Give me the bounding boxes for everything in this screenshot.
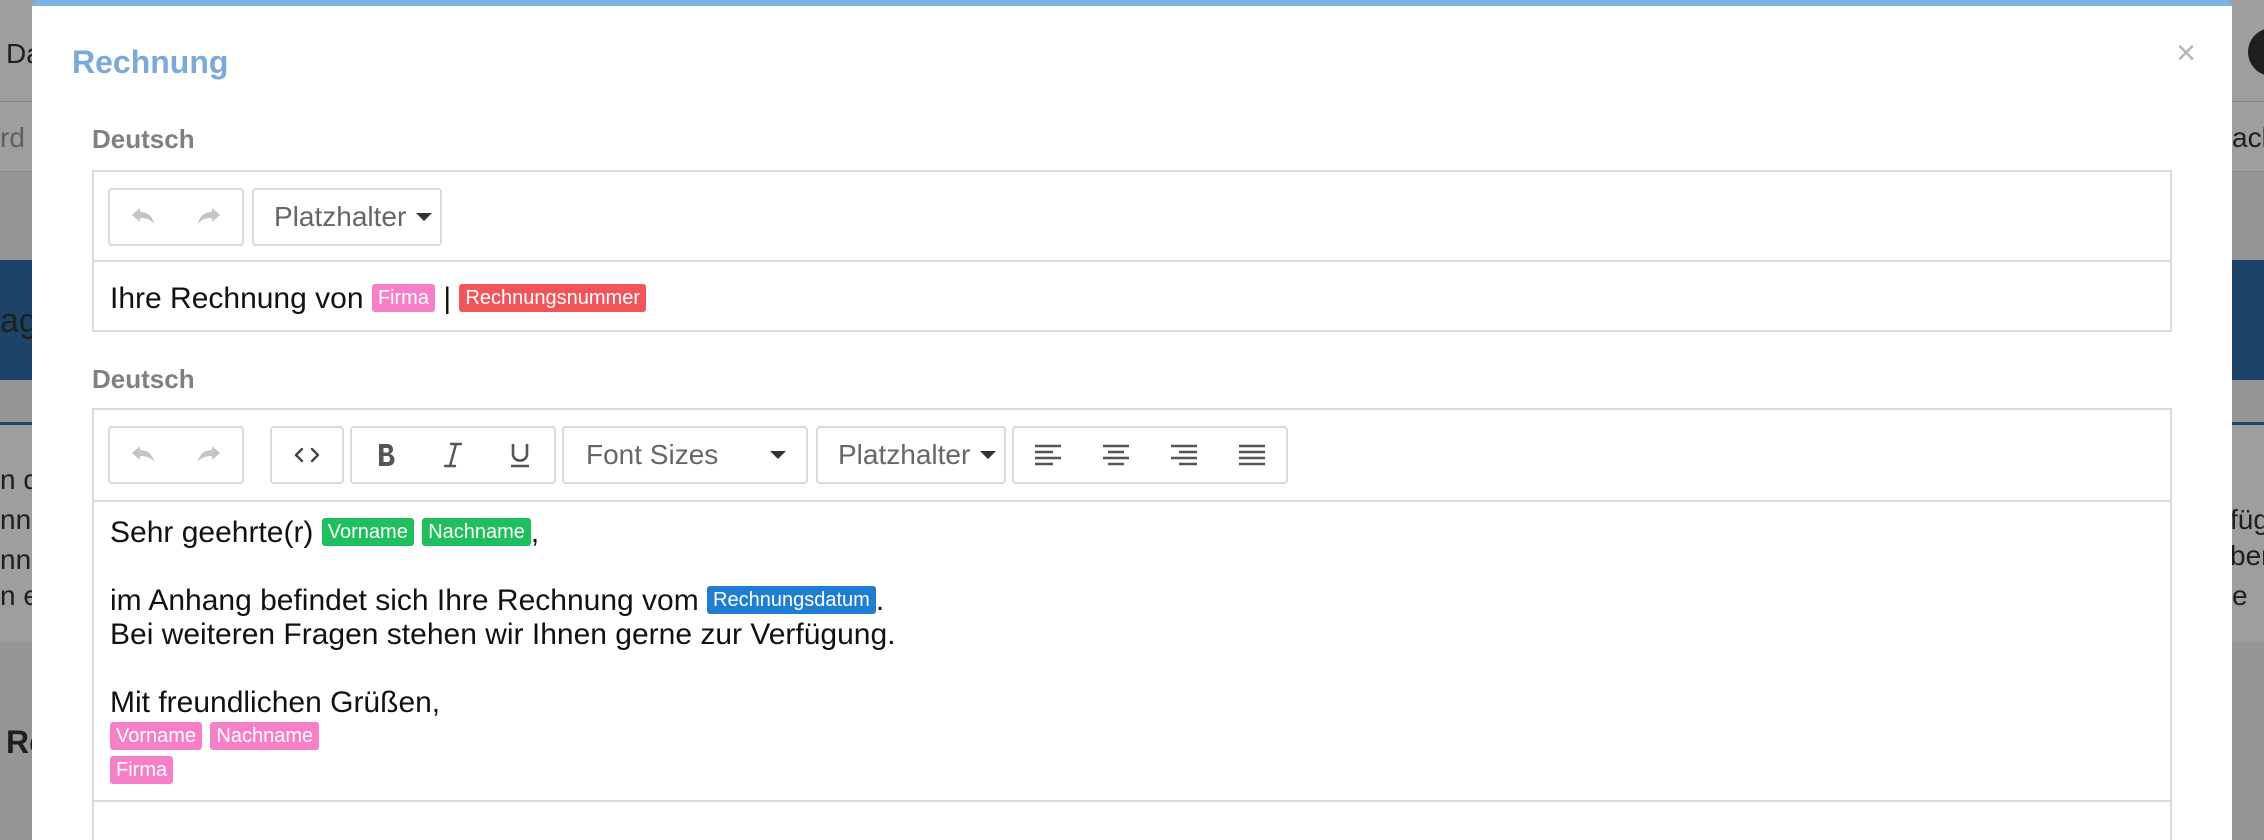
- attachment-line: im Anhang befindet sich Ihre Rechnung vo…: [110, 584, 884, 618]
- body-content[interactable]: Sehr geehrte(r) Vorname Nachname, im Anh…: [110, 516, 2150, 806]
- redo-icon[interactable]: [176, 190, 242, 244]
- subject-text: Ihre Rechnung von: [110, 282, 364, 315]
- caret-down-icon: [770, 451, 786, 459]
- font-sizes-dropdown[interactable]: Font Sizes: [562, 426, 808, 484]
- subject-line: Ihre Rechnung von Firma | Rechnungsnumme…: [110, 282, 646, 316]
- closing-line: Mit freundlichen Grüßen,: [110, 686, 441, 719]
- modal-title: Rechnung: [72, 44, 229, 80]
- greeting-text: Sehr geehrte(r): [110, 516, 314, 549]
- alignment-group: [1012, 426, 1288, 484]
- undo-redo-group: [108, 426, 244, 484]
- subject-toolbar: Platzhalter: [94, 172, 2170, 262]
- body-editor: Font Sizes Platzhalter Sehr geehrte(r) V…: [92, 408, 2172, 840]
- signature-name-line: Vorname Nachname: [110, 720, 320, 754]
- caret-down-icon: [980, 451, 997, 459]
- placeholder-tag-vorname[interactable]: Vorname: [110, 722, 203, 750]
- align-right-icon[interactable]: [1150, 428, 1218, 482]
- font-sizes-dropdown-text: Font Sizes: [586, 439, 719, 470]
- attachment-text: im Anhang befindet sich Ihre Rechnung vo…: [110, 584, 699, 617]
- placeholder-tag-rechnungsdatum[interactable]: Rechnungsdatum: [707, 586, 876, 614]
- close-icon[interactable]: ×: [2176, 36, 2196, 70]
- placeholder-tag-rechnungsnummer[interactable]: Rechnungsnummer: [459, 284, 646, 312]
- undo-icon[interactable]: [110, 428, 176, 482]
- subject-language-label: Deutsch: [92, 124, 195, 154]
- placeholder-dropdown-label[interactable]: Platzhalter: [254, 190, 452, 244]
- body-placeholder-dropdown[interactable]: Platzhalter: [816, 426, 1006, 484]
- bold-icon[interactable]: [352, 428, 419, 482]
- attachment-period: .: [875, 584, 885, 617]
- signature-company-line: Firma: [110, 754, 174, 788]
- redo-icon[interactable]: [176, 428, 242, 482]
- undo-icon[interactable]: [110, 190, 176, 244]
- placeholder-tag-firma[interactable]: Firma: [110, 756, 174, 784]
- placeholder-dropdown-text: Platzhalter: [838, 439, 971, 470]
- greeting-line: Sehr geehrte(r) Vorname Nachname,: [110, 516, 539, 550]
- text-style-group: [350, 426, 556, 484]
- code-view-group: [270, 426, 344, 484]
- subject-separator: |: [443, 282, 452, 315]
- questions-line: Bei weiteren Fragen stehen wir Ihnen ger…: [110, 618, 896, 651]
- subject-placeholder-dropdown[interactable]: Platzhalter: [252, 188, 442, 246]
- placeholder-dropdown-text: Platzhalter: [274, 201, 407, 232]
- undo-redo-group: [108, 188, 244, 246]
- body-language-label: Deutsch: [92, 364, 195, 394]
- placeholder-dropdown-label[interactable]: Platzhalter: [818, 428, 1016, 482]
- placeholder-tag-nachname[interactable]: Nachname: [210, 722, 320, 750]
- align-center-icon[interactable]: [1082, 428, 1150, 482]
- placeholder-tag-vorname[interactable]: Vorname: [321, 518, 414, 546]
- placeholder-tag-firma[interactable]: Firma: [371, 284, 435, 312]
- align-left-icon[interactable]: [1014, 428, 1082, 482]
- editor-status-divider: [94, 800, 2170, 802]
- body-toolbar: Font Sizes Platzhalter: [94, 410, 2170, 502]
- align-justify-icon[interactable]: [1218, 428, 1286, 482]
- code-icon[interactable]: [272, 428, 342, 482]
- placeholder-tag-nachname[interactable]: Nachname: [422, 518, 531, 546]
- italic-icon[interactable]: [419, 428, 486, 482]
- invoice-modal: Rechnung × Deutsch Platzhalter Ihre Rech…: [32, 0, 2232, 840]
- caret-down-icon: [416, 213, 433, 221]
- subject-editor: Platzhalter Ihre Rechnung von Firma | Re…: [92, 170, 2172, 332]
- underline-icon[interactable]: [487, 428, 554, 482]
- font-sizes-dropdown-label[interactable]: Font Sizes: [564, 428, 806, 482]
- greeting-comma: ,: [530, 516, 540, 549]
